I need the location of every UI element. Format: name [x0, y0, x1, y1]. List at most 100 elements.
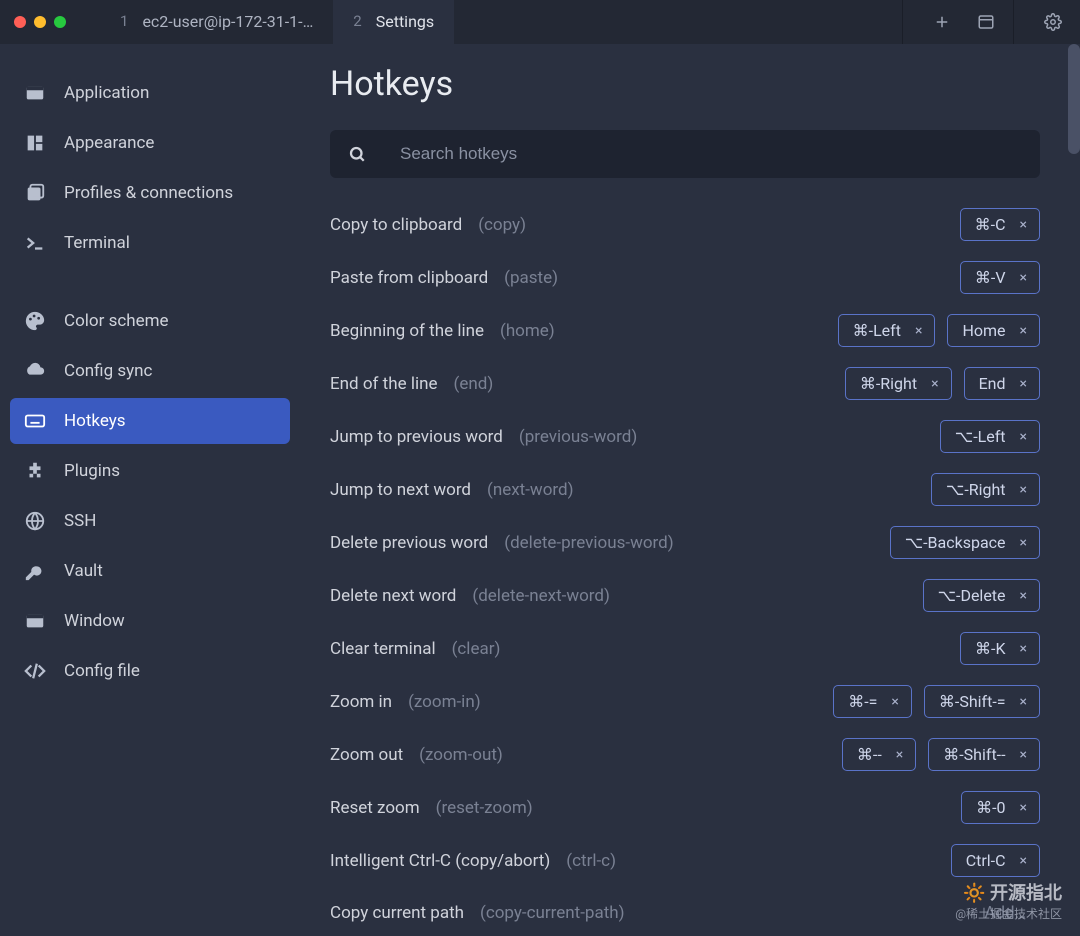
titlebar-actions — [903, 0, 1013, 44]
split-pane-icon[interactable] — [977, 13, 995, 31]
remove-hotkey-icon[interactable]: × — [1020, 535, 1027, 551]
remove-hotkey-icon[interactable]: × — [1020, 270, 1027, 286]
add-hotkey-placeholder[interactable]: Add… — [970, 897, 1040, 929]
hotkey-key: ⌘-= — [848, 692, 877, 711]
remove-hotkey-icon[interactable]: × — [1020, 694, 1027, 710]
hotkey-key: ⌘-Left — [853, 321, 901, 340]
hotkey-chip[interactable]: End× — [964, 367, 1040, 400]
hotkey-key: ⌘-Shift-= — [939, 692, 1006, 711]
remove-hotkey-icon[interactable]: × — [1020, 641, 1027, 657]
hotkey-label: Zoom out — [330, 745, 403, 765]
tab-label: ec2-user@ip-172-31-1-… — [142, 12, 313, 31]
window-controls — [0, 0, 80, 44]
remove-hotkey-icon[interactable]: × — [931, 376, 938, 392]
tabs: 1ec2-user@ip-172-31-1-… 2 Settings — [100, 0, 902, 44]
hotkey-chips: ⌘-K× — [960, 632, 1040, 665]
sidebar-item-window[interactable]: Window — [10, 598, 290, 644]
sidebar-item-vault[interactable]: Vault — [10, 548, 290, 594]
sidebar-item-config-sync[interactable]: Config sync — [10, 348, 290, 394]
hotkey-chips: ⌘-= × ⌘-Shift-= × — [833, 685, 1040, 718]
hotkey-row: Copy current path(copy-current-path)Add… — [330, 897, 1040, 929]
remove-hotkey-icon[interactable]: × — [1020, 853, 1027, 869]
hotkey-chip[interactable]: ⌘-Right × — [845, 367, 952, 400]
sidebar-item-ssh[interactable]: SSH — [10, 498, 290, 544]
hotkey-row: Reset zoom(reset-zoom)⌘-0× — [330, 791, 1040, 824]
scrollbar[interactable] — [1068, 44, 1080, 154]
tab[interactable]: 1ec2-user@ip-172-31-1-… — [100, 0, 333, 44]
hotkey-chips: ⌘-0 × — [961, 791, 1040, 824]
search-box[interactable] — [330, 130, 1040, 178]
hotkey-chip[interactable]: ⌥-Delete × — [923, 579, 1040, 612]
hotkey-label: Jump to previous word — [330, 427, 503, 447]
titlebar: 1ec2-user@ip-172-31-1-… 2 Settings — [0, 0, 1080, 44]
remove-hotkey-icon[interactable]: × — [1020, 217, 1027, 233]
hotkey-chip[interactable]: ⌘-K× — [960, 632, 1040, 665]
sidebar-item-hotkeys[interactable]: Hotkeys — [10, 398, 290, 444]
hotkey-row: Clear terminal(clear)⌘-K× — [330, 632, 1040, 665]
remove-hotkey-icon[interactable]: × — [1020, 588, 1027, 604]
hotkey-chip[interactable]: ⌘-C × — [960, 208, 1040, 241]
gear-icon[interactable] — [1044, 13, 1062, 31]
hotkey-chip[interactable]: ⌥-Right× — [931, 473, 1040, 506]
remove-hotkey-icon[interactable]: × — [1020, 800, 1027, 816]
sidebar-item-profiles-connections[interactable]: Profiles & connections — [10, 170, 290, 216]
cloud-icon — [24, 360, 46, 382]
hotkey-chip[interactable]: ⌘-0 × — [961, 791, 1040, 824]
hotkey-id: (copy) — [478, 215, 526, 235]
hotkey-chip[interactable]: ⌥-Left × — [940, 420, 1040, 453]
tab-label: Settings — [376, 12, 434, 31]
new-tab-icon[interactable] — [933, 13, 951, 31]
hotkey-chips: ⌘--× ⌘-Shift--× — [842, 738, 1040, 771]
hotkey-id: (reset-zoom) — [436, 798, 533, 818]
hotkey-chip[interactable]: ⌘-Shift--× — [928, 738, 1040, 771]
remove-hotkey-icon[interactable]: × — [1020, 482, 1027, 498]
sidebar-item-application[interactable]: Application — [10, 70, 290, 116]
sidebar-item-label: Config file — [64, 661, 140, 681]
hotkey-chip[interactable]: Home× — [947, 314, 1040, 347]
hotkey-chips: ⌥-Delete × — [923, 579, 1040, 612]
sidebar-item-config-file[interactable]: Config file — [10, 648, 290, 694]
sidebar-item-plugins[interactable]: Plugins — [10, 448, 290, 494]
hotkey-row: Jump to previous word(previous-word)⌥-Le… — [330, 420, 1040, 453]
remove-hotkey-icon[interactable]: × — [1020, 429, 1027, 445]
hotkey-chip[interactable]: ⌘-= × — [833, 685, 912, 718]
hotkey-row: Zoom in(zoom-in)⌘-=×⌘-Shift-=× — [330, 685, 1040, 718]
sidebar-item-color-scheme[interactable]: Color scheme — [10, 298, 290, 344]
hotkey-row: Jump to next word(next-word)⌥-Right× — [330, 473, 1040, 506]
hotkey-label: Beginning of the line — [330, 321, 484, 341]
hotkey-key: ⌥-Delete — [938, 586, 1006, 605]
hotkey-chip[interactable]: Ctrl-C× — [951, 844, 1040, 877]
hotkey-id: (zoom-in) — [408, 692, 481, 712]
sidebar-item-appearance[interactable]: Appearance — [10, 120, 290, 166]
hotkey-key: ⌘-Right — [860, 374, 917, 393]
hotkey-chip[interactable]: ⌘-Shift-= × — [924, 685, 1040, 718]
remove-hotkey-icon[interactable]: × — [896, 747, 903, 763]
remove-hotkey-icon[interactable]: × — [1020, 747, 1027, 763]
search-input[interactable] — [400, 144, 1022, 164]
hotkey-chip[interactable]: ⌘--× — [842, 738, 916, 771]
hotkey-row: Intelligent Ctrl-C (copy/abort)(ctrl-c)C… — [330, 844, 1040, 877]
sidebar-item-label: Profiles & connections — [64, 183, 233, 203]
hotkey-key: ⌘-C — [975, 215, 1006, 234]
tab-number: 2 — [353, 12, 361, 30]
minimize-window-icon[interactable] — [34, 16, 46, 28]
remove-hotkey-icon[interactable]: × — [1020, 323, 1027, 339]
window-icon — [24, 82, 46, 104]
close-window-icon[interactable] — [14, 16, 26, 28]
hotkey-chip[interactable]: ⌘-V× — [960, 261, 1040, 294]
sidebar-item-terminal[interactable]: Terminal — [10, 220, 290, 266]
remove-hotkey-icon[interactable]: × — [915, 323, 922, 339]
hotkey-chip[interactable]: ⌥-Backspace× — [890, 526, 1040, 559]
terminal-icon — [24, 232, 46, 254]
remove-hotkey-icon[interactable]: × — [891, 694, 898, 710]
hotkey-key: ⌘-0 — [976, 798, 1005, 817]
tab[interactable]: 2 Settings — [333, 0, 454, 44]
hotkey-chip[interactable]: ⌘-Left × — [838, 314, 936, 347]
hotkey-label: End of the line — [330, 374, 438, 394]
remove-hotkey-icon[interactable]: × — [1020, 376, 1027, 392]
hotkey-row: Copy to clipboard(copy)⌘-C× — [330, 208, 1040, 241]
plugin-icon — [24, 460, 46, 482]
sidebar-item-label: Window — [64, 611, 125, 631]
hotkey-key: ⌥-Left — [955, 427, 1006, 446]
maximize-window-icon[interactable] — [54, 16, 66, 28]
